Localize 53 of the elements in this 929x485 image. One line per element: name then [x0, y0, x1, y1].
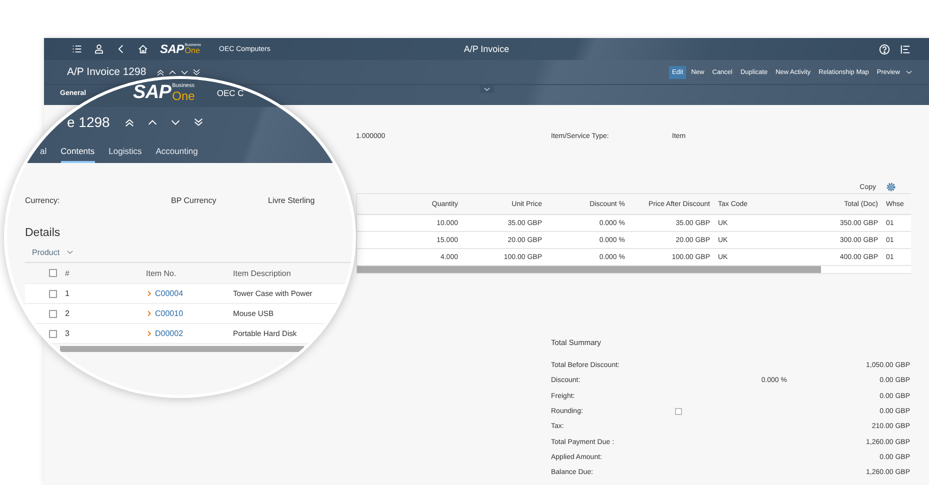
collapse-handle[interactable] [480, 85, 494, 93]
row-checkbox[interactable] [49, 330, 57, 338]
chevron-right-icon[interactable] [146, 330, 153, 337]
settings-icon[interactable] [886, 182, 896, 192]
last-record-icon[interactable] [192, 68, 202, 76]
column-header[interactable]: Item No. [146, 268, 176, 278]
logo-product: One [172, 90, 195, 102]
row-checkbox[interactable] [49, 310, 57, 318]
logo-wordmark: SAP [133, 84, 172, 102]
field-value: Livre Sterling [268, 196, 316, 207]
select-all-checkbox[interactable] [49, 269, 57, 277]
next-record-icon[interactable] [180, 68, 190, 76]
item-link[interactable]: C00010 [155, 309, 184, 318]
row-checkbox[interactable] [49, 290, 57, 298]
more-caret-icon[interactable] [905, 68, 913, 76]
logo-wordmark: SAP [160, 43, 184, 55]
column-header[interactable]: # [65, 268, 70, 278]
help-icon[interactable] [879, 44, 890, 54]
tab[interactable]: Logistics [108, 146, 142, 163]
home-icon[interactable] [138, 44, 148, 54]
column-header[interactable]: Item Description [233, 268, 291, 278]
tab[interactable]: Accounting [156, 146, 198, 163]
chevron-right-icon[interactable] [146, 290, 153, 297]
scrollbar[interactable] [60, 346, 304, 352]
item-link[interactable]: C00004 [155, 289, 184, 298]
table-cell: 1 [65, 289, 70, 298]
caret-icon[interactable] [66, 248, 74, 256]
table-cell: 3 [65, 329, 70, 338]
chevron-right-icon[interactable] [146, 310, 153, 317]
item-link[interactable]: D00002 [155, 329, 184, 338]
table-cell: 2 [65, 309, 70, 318]
tab[interactable]: al [40, 146, 47, 163]
window-title: A/P Invoice [464, 44, 510, 54]
scrollbar-thumb[interactable] [357, 266, 821, 273]
menu-icon[interactable] [72, 44, 82, 54]
previous-record-icon[interactable] [168, 68, 178, 76]
caret-icon [482, 85, 490, 93]
user-icon[interactable] [94, 44, 104, 54]
logo-product: One [184, 47, 200, 55]
field-option: BP Currency [171, 196, 268, 208]
view-selector[interactable]: Product [32, 248, 60, 256]
last-record-icon[interactable] [192, 116, 204, 128]
section-title: Details [24, 226, 62, 241]
field-label: Currency: [25, 196, 61, 207]
page-title: A/P Invoice 1298 [67, 66, 146, 78]
rounding-checkbox[interactable] [675, 408, 682, 416]
back-icon[interactable] [116, 44, 126, 54]
list-icon[interactable] [900, 44, 911, 54]
first-record-icon[interactable] [156, 68, 166, 76]
page-title: e 1298 [67, 114, 110, 130]
first-record-icon[interactable] [124, 116, 135, 128]
tab[interactable]: Contents [60, 146, 95, 163]
company-name: OEC C [216, 88, 244, 98]
